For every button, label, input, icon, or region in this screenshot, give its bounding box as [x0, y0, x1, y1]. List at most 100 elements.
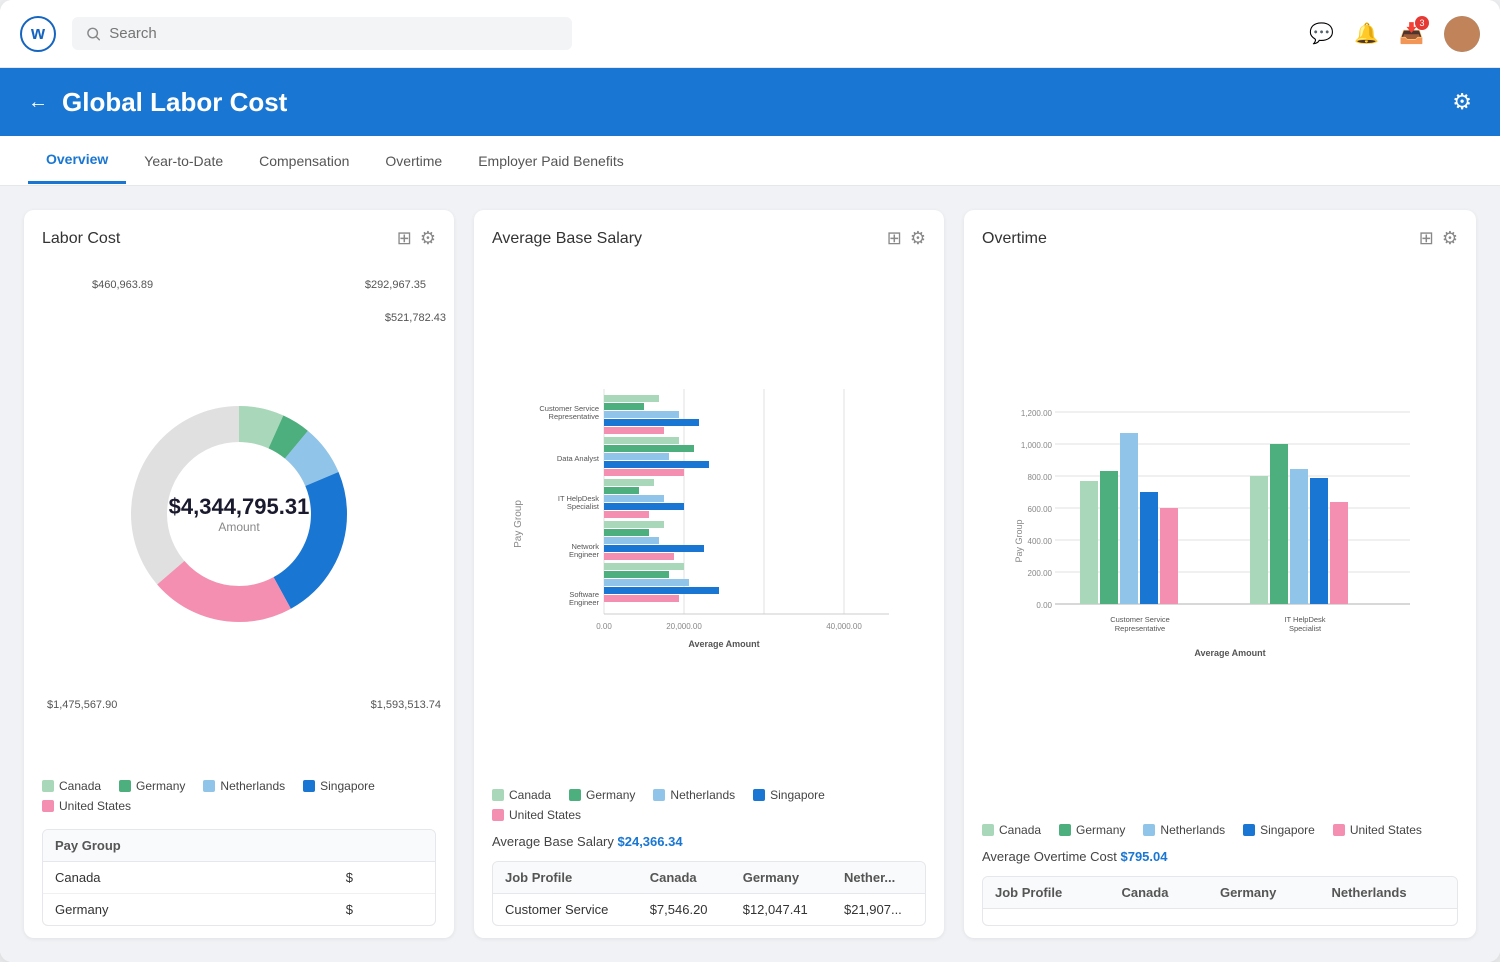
avg-salary-icons: ⊞ ⚙ — [887, 228, 926, 249]
ot-tbl-h3: Germany — [1208, 877, 1320, 909]
seg-us-label: $1,475,567.90 — [47, 699, 117, 711]
bell-icon[interactable]: 🔔 — [1354, 21, 1379, 46]
legend-label-netherlands: Netherlands — [220, 779, 285, 793]
legend-us: United States — [42, 799, 131, 813]
seg-singapore-label: $521,782.43 — [385, 312, 446, 324]
table-row — [983, 909, 1457, 926]
empty-row — [983, 909, 1457, 926]
tab-year-to-date[interactable]: Year-to-Date — [126, 139, 241, 183]
avg-tbl-h1: Job Profile — [493, 862, 638, 894]
chat-icon[interactable]: 💬 — [1309, 21, 1334, 46]
svg-text:600.00: 600.00 — [1028, 505, 1053, 514]
dot-germany-2 — [569, 789, 581, 801]
legend-label-germany: Germany — [136, 779, 185, 793]
svg-text:Specialist: Specialist — [567, 502, 600, 511]
labor-cost-card: Labor Cost ⊞ ⚙ — [24, 210, 454, 938]
page-title: Global Labor Cost — [62, 87, 287, 118]
overtime-table: Job Profile Canada Germany Netherlands — [982, 876, 1458, 926]
labor-cost-icons: ⊞ ⚙ — [397, 228, 436, 249]
legend-germany-2: Germany — [569, 788, 635, 802]
avatar[interactable] — [1444, 16, 1480, 52]
dot-us-2 — [492, 809, 504, 821]
avg-tbl-h2: Canada — [638, 862, 731, 894]
avg-tbl-h3: Germany — [731, 862, 832, 894]
legend-label-canada: Canada — [59, 779, 101, 793]
overtime-stat-value: $795.04 — [1120, 849, 1167, 864]
overtime-icons: ⊞ ⚙ — [1419, 228, 1458, 249]
legend-canada: Canada — [42, 779, 101, 793]
svg-text:Engineer: Engineer — [569, 550, 600, 559]
table-row: Canada $ — [43, 862, 435, 894]
tab-employer-paid-benefits[interactable]: Employer Paid Benefits — [460, 139, 642, 183]
legend-netherlands: Netherlands — [203, 779, 285, 793]
tab-compensation[interactable]: Compensation — [241, 139, 367, 183]
legend-dot-germany — [119, 780, 131, 792]
overtime-card: Overtime ⊞ ⚙ Pay Group 1,200.00 1,000.00… — [964, 210, 1476, 938]
avg-salary-title: Average Base Salary — [492, 230, 887, 248]
table-cell-germany-val: $ — [334, 894, 435, 926]
dot-us-3 — [1333, 824, 1345, 836]
legend-germany: Germany — [119, 779, 185, 793]
svg-text:400.00: 400.00 — [1028, 537, 1053, 546]
seg-netherlands-label: $1,593,513.74 — [371, 699, 441, 711]
settings-icon-card2[interactable]: ⚙ — [910, 228, 926, 249]
donut-chart-section: $4,344,795.31 Amount $460,963.89 $292,96… — [42, 257, 436, 771]
settings-icon-card[interactable]: ⚙ — [420, 228, 436, 249]
donut-center: $4,344,795.31 Amount — [169, 494, 310, 534]
search-box[interactable] — [72, 17, 572, 50]
svg-text:1,200.00: 1,200.00 — [1021, 409, 1053, 418]
tab-overtime[interactable]: Overtime — [367, 139, 460, 183]
settings-icon-card3[interactable]: ⚙ — [1442, 228, 1458, 249]
table-cell-canada[interactable]: Canada — [43, 862, 334, 894]
svg-text:40,000.00: 40,000.00 — [826, 622, 862, 631]
avg-base-salary-card: Average Base Salary ⊞ ⚙ Pay Group — [474, 210, 944, 938]
donut-label: Amount — [169, 520, 310, 534]
page-header: ← Global Labor Cost ⚙ — [0, 68, 1500, 136]
ot-tbl-h4: Netherlands — [1319, 877, 1457, 909]
avg-salary-stat-value: $24,366.34 — [618, 834, 683, 849]
svg-text:200.00: 200.00 — [1028, 569, 1053, 578]
app-frame: w 💬 🔔 📥 3 ← Global Labor Cost ⚙ — [0, 0, 1500, 962]
overtime-title: Overtime — [982, 230, 1419, 248]
hbar-svg: Pay Group 0.00 20,000.00 40,000.00 Avera… — [492, 379, 926, 659]
filter-icon-3[interactable]: ⊞ — [1419, 228, 1434, 249]
tabs-bar: Overview Year-to-Date Compensation Overt… — [0, 136, 1500, 186]
avg-tbl-nether: $21,907... — [832, 894, 925, 926]
table-header-paygroup: Pay Group — [43, 830, 334, 862]
dot-germany-3 — [1059, 824, 1071, 836]
back-button[interactable]: ← — [28, 91, 48, 114]
overtime-legend: Canada Germany Netherlands Singapore Uni… — [982, 823, 1458, 837]
legend-germany-3: Germany — [1059, 823, 1125, 837]
svg-text:Representative: Representative — [549, 412, 599, 421]
table-cell-germany[interactable]: Germany — [43, 894, 334, 926]
avg-salary-legend: Canada Germany Netherlands Singapore Uni… — [492, 788, 926, 822]
svg-text:Engineer: Engineer — [569, 598, 600, 607]
filter-icon[interactable]: ⊞ — [397, 228, 412, 249]
inbox-icon[interactable]: 📥 3 — [1399, 21, 1424, 46]
svg-text:Data Analyst: Data Analyst — [557, 454, 600, 463]
svg-text:Specialist: Specialist — [1289, 624, 1322, 633]
tab-overview[interactable]: Overview — [28, 137, 126, 184]
search-input[interactable] — [109, 25, 558, 42]
workday-logo: w — [20, 16, 56, 52]
table-header-amount — [334, 830, 435, 862]
legend-netherlands-3: Netherlands — [1143, 823, 1225, 837]
settings-icon[interactable]: ⚙ — [1452, 89, 1472, 114]
svg-text:0.00: 0.00 — [596, 622, 612, 631]
table-row: Germany $ — [43, 894, 435, 926]
legend-netherlands-2: Netherlands — [653, 788, 735, 802]
nav-icons: 💬 🔔 📥 3 — [1309, 16, 1480, 52]
legend-dot-singapore — [303, 780, 315, 792]
filter-icon-2[interactable]: ⊞ — [887, 228, 902, 249]
svg-text:Average Amount: Average Amount — [688, 639, 759, 649]
table-cell-canada-val: $ — [334, 862, 435, 894]
dot-netherlands-3 — [1143, 824, 1155, 836]
legend-singapore-3: Singapore — [1243, 823, 1315, 837]
overtime-stat: Average Overtime Cost $795.04 — [982, 849, 1458, 864]
svg-text:20,000.00: 20,000.00 — [666, 622, 702, 631]
svg-text:Pay Group: Pay Group — [1014, 519, 1024, 562]
avg-tbl-profile[interactable]: Customer Service — [493, 894, 638, 926]
legend-singapore: Singapore — [303, 779, 375, 793]
legend-singapore-2: Singapore — [753, 788, 825, 802]
avg-tbl-h4: Nether... — [832, 862, 925, 894]
